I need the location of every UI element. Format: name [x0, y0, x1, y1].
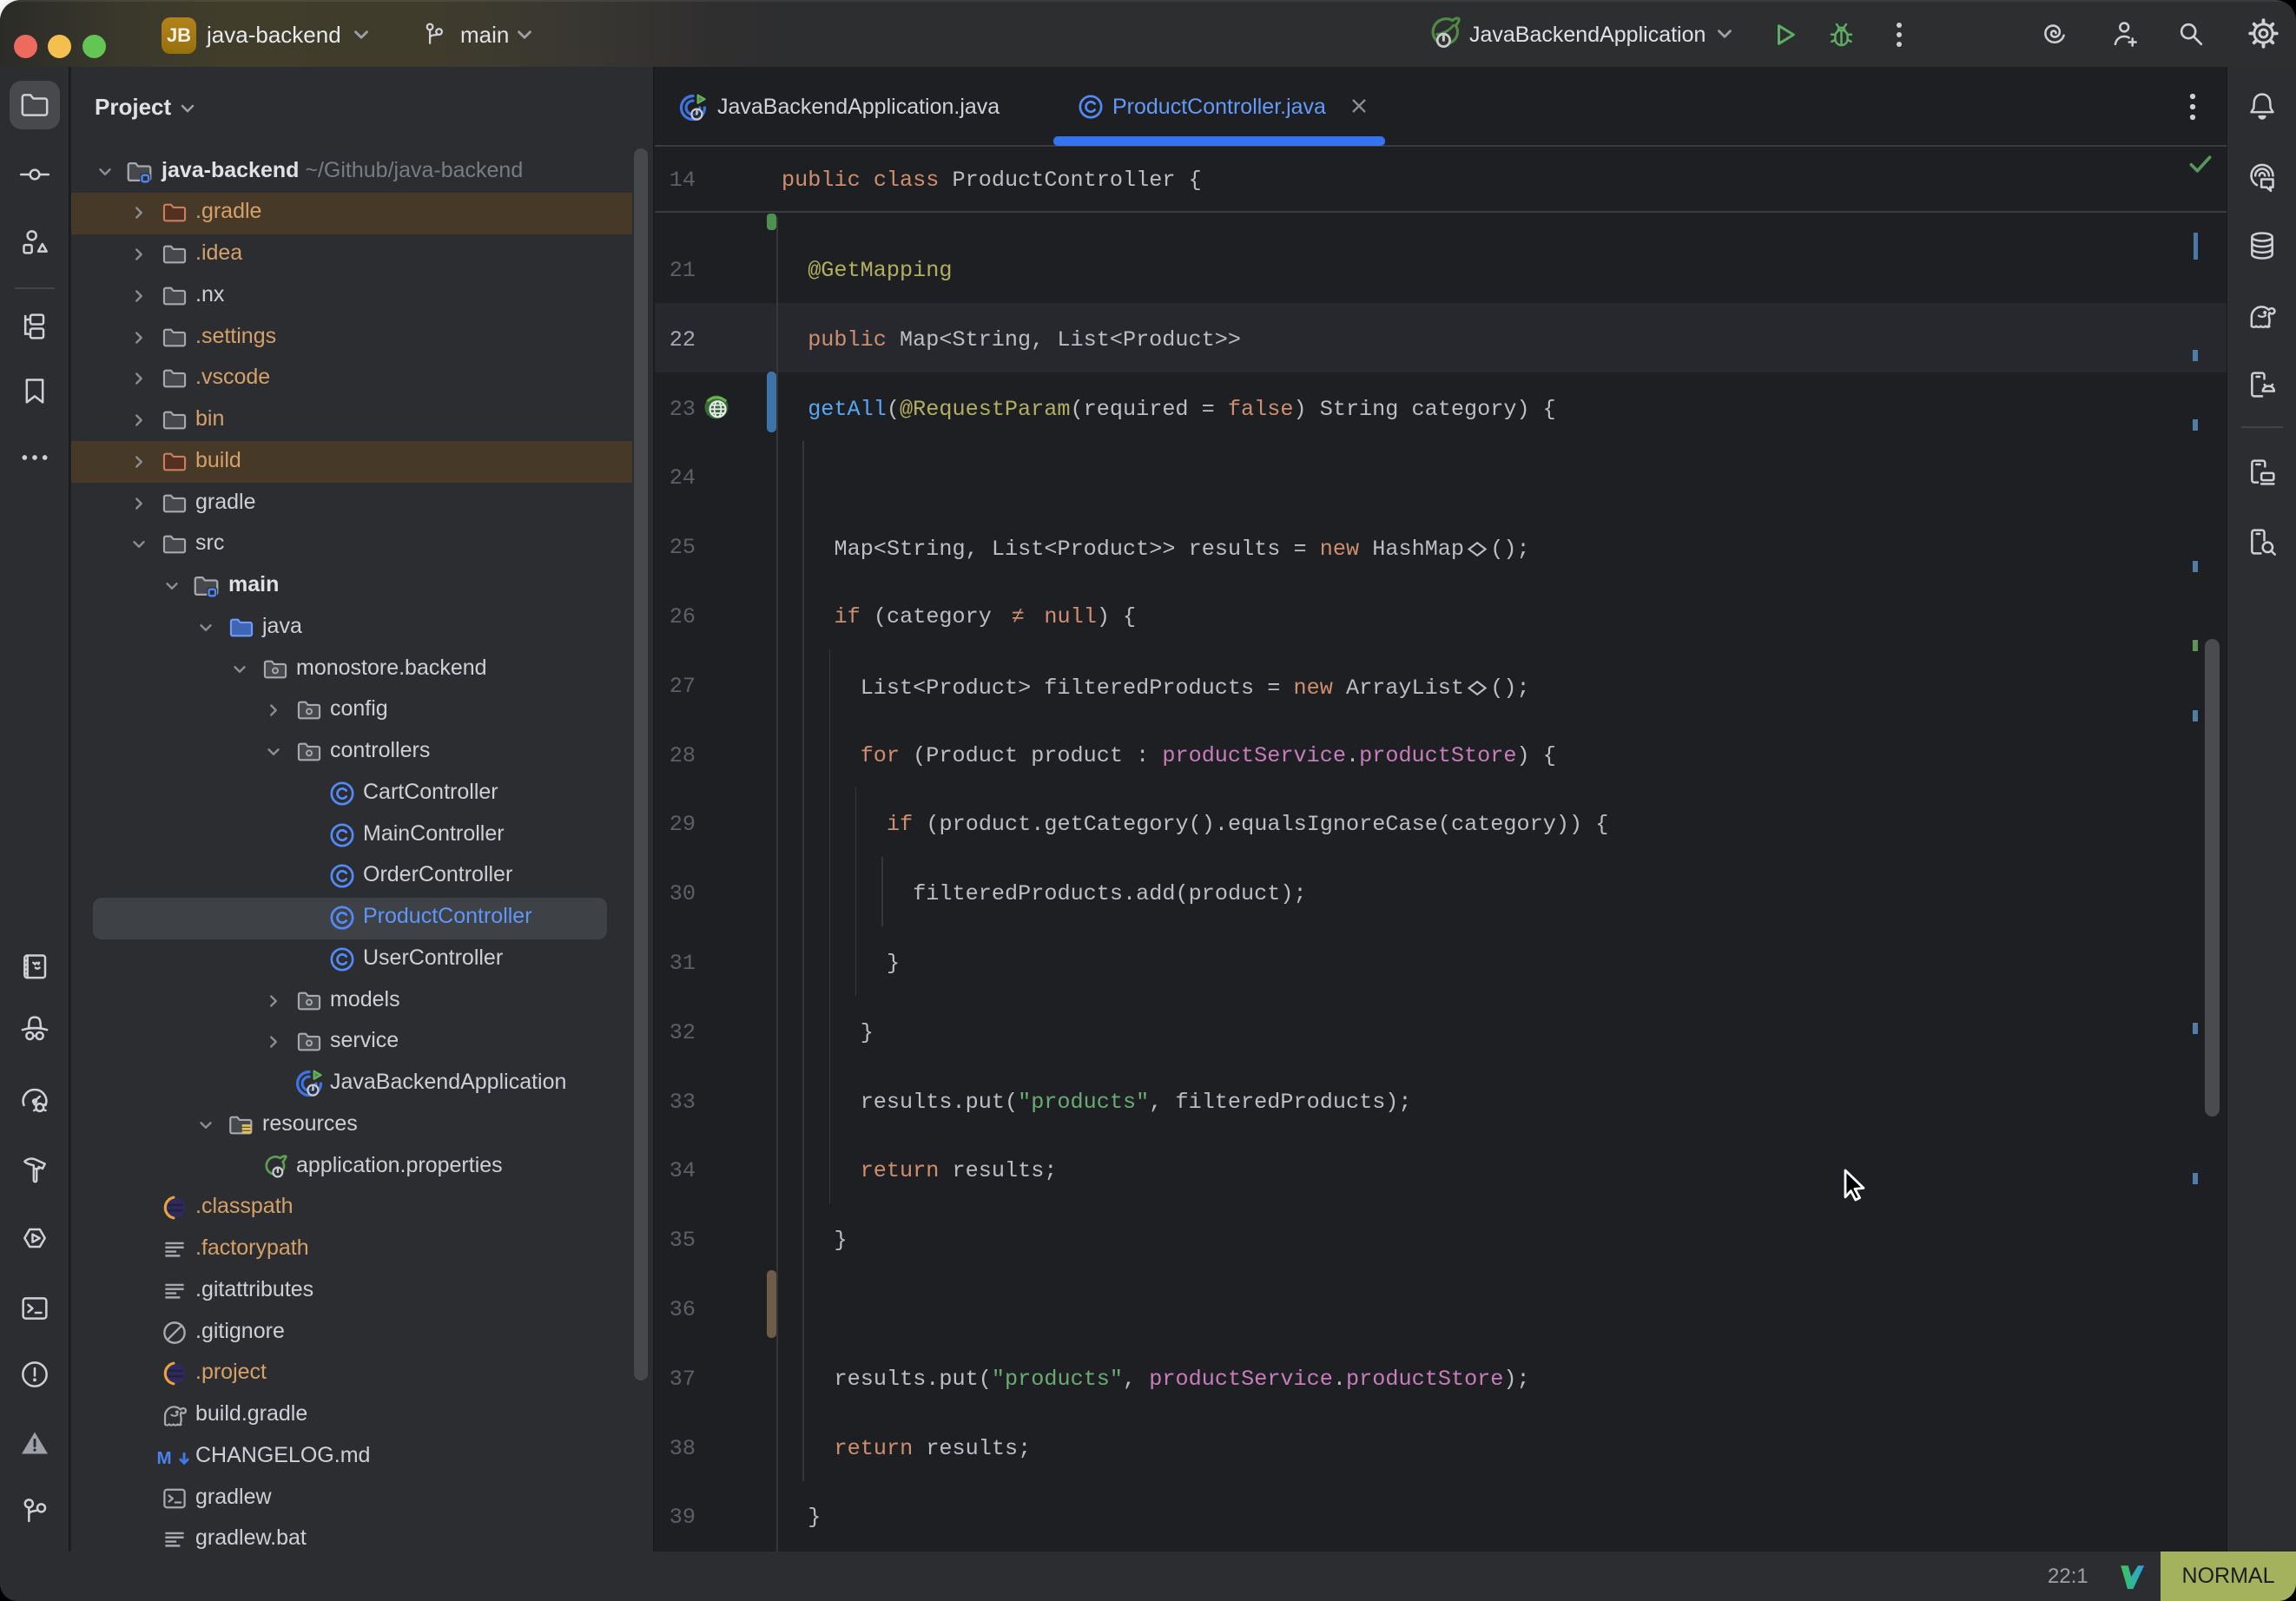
svg-text:M: M [156, 1448, 171, 1468]
